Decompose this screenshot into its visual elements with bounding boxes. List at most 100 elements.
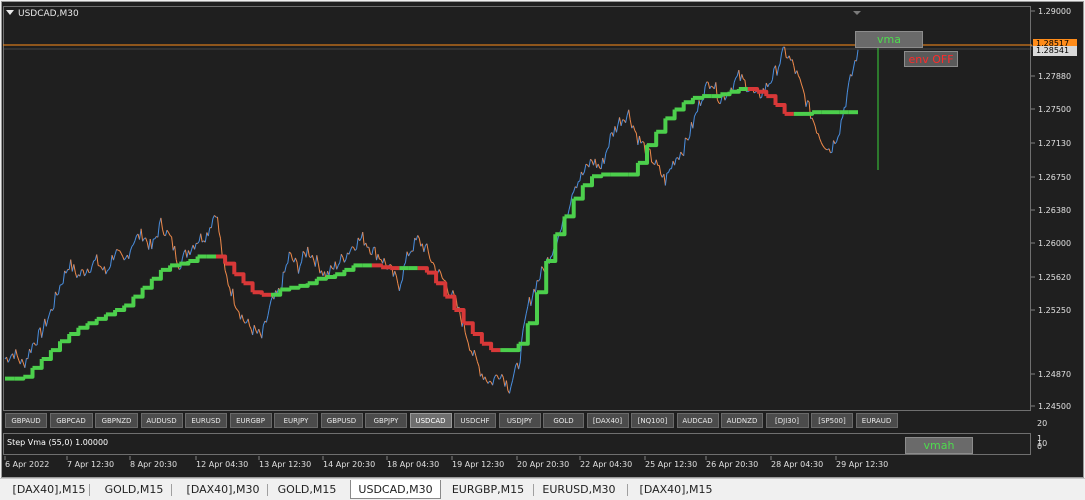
price-segment <box>337 262 341 266</box>
price-segment <box>632 125 636 131</box>
time-axis-label: 18 Apr 04:30 <box>387 460 440 469</box>
chart-tab[interactable]: GOLD,M15 <box>272 480 342 499</box>
price-segment <box>418 238 422 247</box>
chart-tab[interactable]: EURGBP,M15 <box>446 480 530 499</box>
price-segment <box>174 245 177 260</box>
time-axis-label: 13 Apr 12:30 <box>259 460 312 469</box>
price-segment <box>400 279 403 284</box>
price-segment <box>524 313 527 322</box>
symbol-button-audusd[interactable]: AUDUSD <box>140 413 183 428</box>
env-toggle-button[interactable]: env OFF <box>904 51 958 67</box>
chart-tab[interactable]: [DAX40],M30 <box>182 480 264 499</box>
chart-tab[interactable]: EURUSD,M30 <box>534 480 624 499</box>
price-segment <box>733 77 737 83</box>
price-segment <box>813 121 816 127</box>
price-segment <box>314 255 318 267</box>
price-segment <box>426 243 429 253</box>
symbol-button-eurusd[interactable]: EURUSD <box>185 413 227 428</box>
price-axis-label: 1.26750 <box>1038 173 1072 182</box>
price-segment <box>165 229 168 236</box>
price-segment <box>210 218 214 228</box>
symbol-button-dji30[interactable]: [DJI30] <box>765 413 809 428</box>
price-segment <box>162 229 165 236</box>
price-segment <box>839 120 842 135</box>
price-segment <box>658 165 662 175</box>
symbol-button-gbpcad[interactable]: GBPCAD <box>49 413 93 428</box>
time-axis-label: 6 Apr 2022 <box>5 460 50 469</box>
symbol-button-audcad[interactable]: AUDCAD <box>676 413 719 428</box>
price-segment <box>311 255 315 261</box>
vma-step <box>711 94 723 99</box>
price-segment <box>805 100 809 107</box>
vmah-button[interactable]: vmah <box>905 437 973 454</box>
symbol-button-eurgbp[interactable]: EURGBP <box>229 413 272 428</box>
symbol-button-gbpusd[interactable]: GBPUSD <box>320 413 363 428</box>
step-vma-series <box>5 87 858 381</box>
indicator-subwindow[interactable] <box>3 433 1031 455</box>
symbol-button-usdcad[interactable]: USDCAD <box>409 413 452 428</box>
price-segment <box>788 55 792 61</box>
price-segment <box>48 309 52 315</box>
symbol-button-dax40[interactable]: [DAX40] <box>586 413 629 428</box>
price-segment <box>91 260 95 266</box>
chart-tab[interactable]: [DAX40],M15 <box>12 480 86 499</box>
current-price-tag: 1.28541 <box>1033 46 1077 56</box>
price-segment <box>409 250 412 254</box>
symbol-button-gbpjpy[interactable]: GBPJPY <box>365 413 407 428</box>
chart-tab[interactable]: [DAX40],M15 <box>634 480 718 499</box>
price-segment <box>285 262 289 266</box>
price-segment <box>837 133 841 137</box>
price-segment <box>735 75 738 79</box>
vma-step <box>96 314 108 321</box>
chart-title[interactable]: USDCAD,M30 <box>6 9 79 19</box>
price-segment <box>74 272 78 278</box>
price-segment <box>33 342 37 346</box>
symbol-button-gbpaud[interactable]: GBPAUD <box>5 413 47 428</box>
price-segment <box>51 307 55 311</box>
symbol-button-audnzd[interactable]: AUDNZD <box>721 413 763 428</box>
price-segment <box>395 275 399 284</box>
symbol-button-euraud[interactable]: EURAUD <box>855 413 898 428</box>
vma-step <box>243 281 255 293</box>
vma-step <box>371 263 384 268</box>
symbol-button-eurjpy[interactable]: EURJPY <box>274 413 318 428</box>
symbol-button-gold[interactable]: GOLD <box>543 413 584 428</box>
symbol-button-usdjpy[interactable]: USDJPY <box>498 413 541 428</box>
symbol-button-gbpnzd[interactable]: GBPNZD <box>95 413 138 428</box>
chart-tab[interactable]: GOLD,M15 <box>100 480 168 499</box>
price-segment <box>354 248 357 251</box>
vma-step <box>151 269 163 281</box>
price-segment <box>61 283 64 285</box>
price-segment <box>441 277 445 281</box>
chart-menu-triangle-icon[interactable] <box>6 10 14 15</box>
price-segment <box>87 268 90 273</box>
price-segment <box>469 350 472 352</box>
time-axis-label: 25 Apr 12:30 <box>645 460 698 469</box>
price-segment <box>267 307 270 316</box>
symbol-button-nq100[interactable]: [NQ100] <box>631 413 674 428</box>
price-segment <box>408 252 411 257</box>
price-segment <box>635 133 639 145</box>
price-segment <box>220 238 223 255</box>
price-segment <box>846 82 850 93</box>
terminal-window: USDCAD,M30 1.290001.281501.278801.275001… <box>0 0 1085 500</box>
vma-button[interactable]: vma <box>855 31 923 48</box>
price-segment <box>513 365 517 374</box>
price-segment <box>13 349 17 359</box>
price-segment <box>683 137 686 156</box>
chart-tab[interactable]: USDCAD,M30 <box>350 480 441 499</box>
chart-shift-marker[interactable] <box>853 11 861 15</box>
symbol-button-usdchf[interactable]: USDCHF <box>454 413 496 428</box>
price-segment <box>243 320 246 324</box>
price-segment <box>493 374 497 379</box>
symbol-button-sp500[interactable]: [SP500] <box>811 413 853 428</box>
vma-step <box>115 305 127 312</box>
price-segment <box>753 91 756 94</box>
price-segment <box>693 112 697 117</box>
price-segment <box>265 315 269 323</box>
price-segment <box>351 246 354 248</box>
price-segment <box>207 227 211 237</box>
price-segment <box>793 65 796 74</box>
vma-step <box>32 359 44 370</box>
price-segment <box>403 262 406 267</box>
